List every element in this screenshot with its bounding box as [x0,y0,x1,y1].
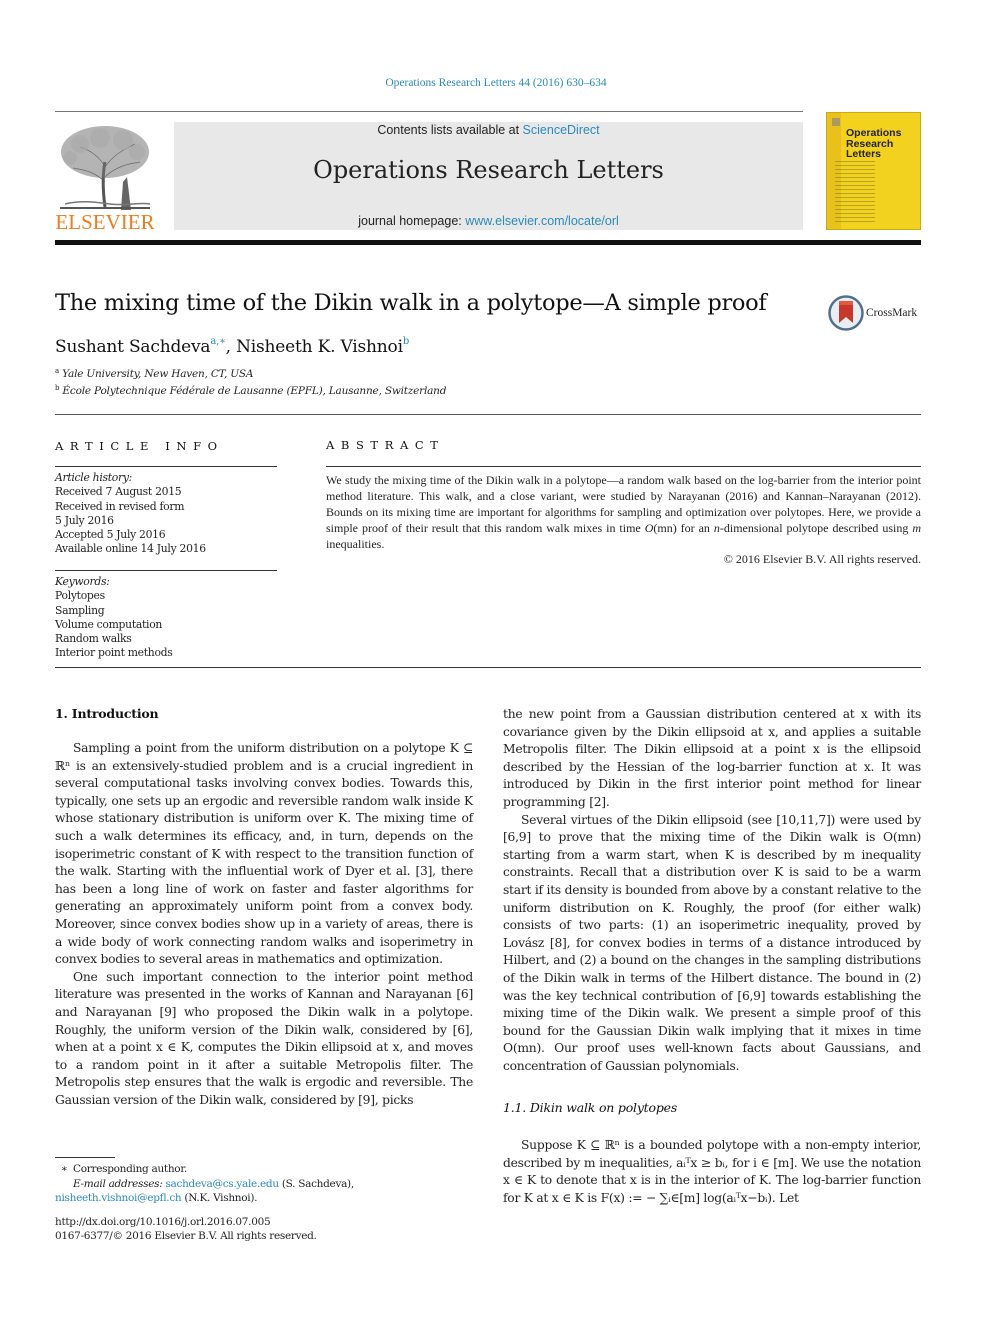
contents-prefix: Contents lists available at [377,123,523,137]
keyword: Polytopes [55,589,105,603]
keyword: Volume computation [55,617,163,631]
keywords-label: Keywords: [55,575,110,588]
author-separator: , [225,337,237,357]
body-paragraph: One such important connection to the int… [55,969,473,1107]
crossmark-icon[interactable] [828,295,864,331]
cover-title-line: Letters [846,148,882,160]
article-info-heading: ARTICLE INFO [55,439,224,453]
email-note: nisheeth.vishnoi@epfl.ch (N.K. Vishnoi). [55,1191,257,1206]
affiliation-mark: b [55,384,60,392]
keyword: Interior point methods [55,646,173,660]
author-affiliation-mark[interactable]: b [403,336,409,347]
cover-title: Operations Research Letters [846,128,901,160]
divider [55,667,921,668]
email-note: E-mail addresses: sachdeva@cs.yale.edu (… [55,1177,354,1192]
history-item: Received 7 August 2015 [55,485,182,499]
affiliation-b: b École Polytechnique Fédérale de Lausan… [55,384,446,397]
doi-link[interactable]: http://dx.doi.org/10.1016/j.orl.2016.07.… [55,1215,271,1230]
affiliation-text: École Polytechnique Fédérale de Lausanne… [62,385,447,397]
author-name[interactable]: Sushant Sachdeva [55,337,211,357]
journal-reference-link[interactable]: Operations Research Letters 44 (2016) 63… [0,77,992,89]
affiliation-a: a Yale University, New Haven, CT, USA [55,367,253,380]
left-column: Sampling a point from the uniform distri… [55,740,473,1109]
keyword: Sampling [55,603,105,617]
keywords: Keywords: Polytopes Sampling Volume comp… [55,575,173,661]
author-affiliation-mark[interactable]: a,∗ [210,336,226,347]
header-top-rule [55,111,803,112]
journal-homepage-link[interactable]: www.elsevier.com/locate/orl [465,214,619,228]
divider [55,466,277,467]
subsection-body: Suppose K ⊆ ℝⁿ is a bounded polytope wit… [503,1137,921,1207]
abstract-text: We study the mixing time of the Dikin wa… [326,472,921,552]
author-name[interactable]: Nisheeth K. Vishnoi [236,337,403,357]
subsection-heading: 1.1. Dikin walk on polytopes [503,1100,678,1115]
body-paragraph: Suppose K ⊆ ℝⁿ is a bounded polytope wit… [503,1138,921,1205]
journal-title: Operations Research Letters [313,156,664,184]
abstract-segment: -dimensional polytope described using [719,521,913,536]
footnote-text: Corresponding author. [73,1163,187,1175]
affiliation-mark: a [55,367,59,375]
contents-line: Contents lists available at ScienceDirec… [174,123,803,137]
section-heading-introduction: 1. Introduction [55,706,159,721]
abstract-heading: ABSTRACT [326,438,445,452]
author-list: Sushant Sachdevaa,∗, Nisheeth K. Vishnoi… [55,336,409,357]
abstract-copyright: © 2016 Elsevier B.V. All rights reserved… [723,552,921,566]
email-link[interactable]: nisheeth.vishnoi@epfl.ch [55,1192,182,1204]
cover-title-line: Operations [846,127,902,139]
footnote-rule [55,1157,115,1158]
journal-cover-thumbnail[interactable]: Operations Research Letters [826,112,921,230]
email-label: E-mail addresses: [73,1178,166,1190]
body-paragraph: Several virtues of the Dikin ellipsoid (… [503,812,921,1073]
divider [55,570,277,571]
math: (mn) [653,521,677,536]
article-history: Article history: Received 7 August 2015 … [55,471,206,557]
affiliation-text: Yale University, New Haven, CT, USA [62,368,254,380]
paper-title: The mixing time of the Dikin walk in a p… [55,290,767,316]
issn-copyright: 0167-6377/© 2016 Elsevier B.V. All right… [55,1230,317,1242]
history-item: Accepted 5 July 2016 [55,528,166,542]
history-item: 5 July 2016 [55,513,114,527]
abstract-segment: for an [676,521,714,536]
homepage-prefix: journal homepage: [358,214,466,228]
abstract-segment: inequalities. [326,537,385,552]
elsevier-wordmark: ELSEVIER [55,210,155,234]
history-item: Available online 14 July 2016 [55,542,206,556]
cover-logo-icon [832,118,840,126]
email-owner: (N.K. Vishnoi). [181,1192,258,1204]
sciencedirect-link[interactable]: ScienceDirect [523,123,600,137]
crossmark-label[interactable]: CrossMark [866,307,917,319]
homepage-line: journal homepage: www.elsevier.com/locat… [174,214,803,228]
header-thick-rule [55,240,921,245]
cover-contents-lines [835,161,875,225]
divider [55,414,921,415]
footnote-mark: ∗ [60,1163,68,1175]
body-paragraph: Sampling a point from the uniform distri… [55,741,473,967]
email-owner: (S. Sachdeva), [278,1178,354,1190]
math: m [912,521,921,536]
corresponding-author-note: ∗ Corresponding author. [55,1162,188,1177]
right-column: the new point from a Gaussian distributi… [503,706,921,1075]
email-link[interactable]: sachdeva@cs.yale.edu [165,1178,279,1190]
history-label: Article history: [55,471,132,484]
body-paragraph: the new point from a Gaussian distributi… [503,707,921,809]
keyword: Random walks [55,632,132,646]
divider [326,466,921,467]
history-item: Received in revised form [55,499,185,513]
